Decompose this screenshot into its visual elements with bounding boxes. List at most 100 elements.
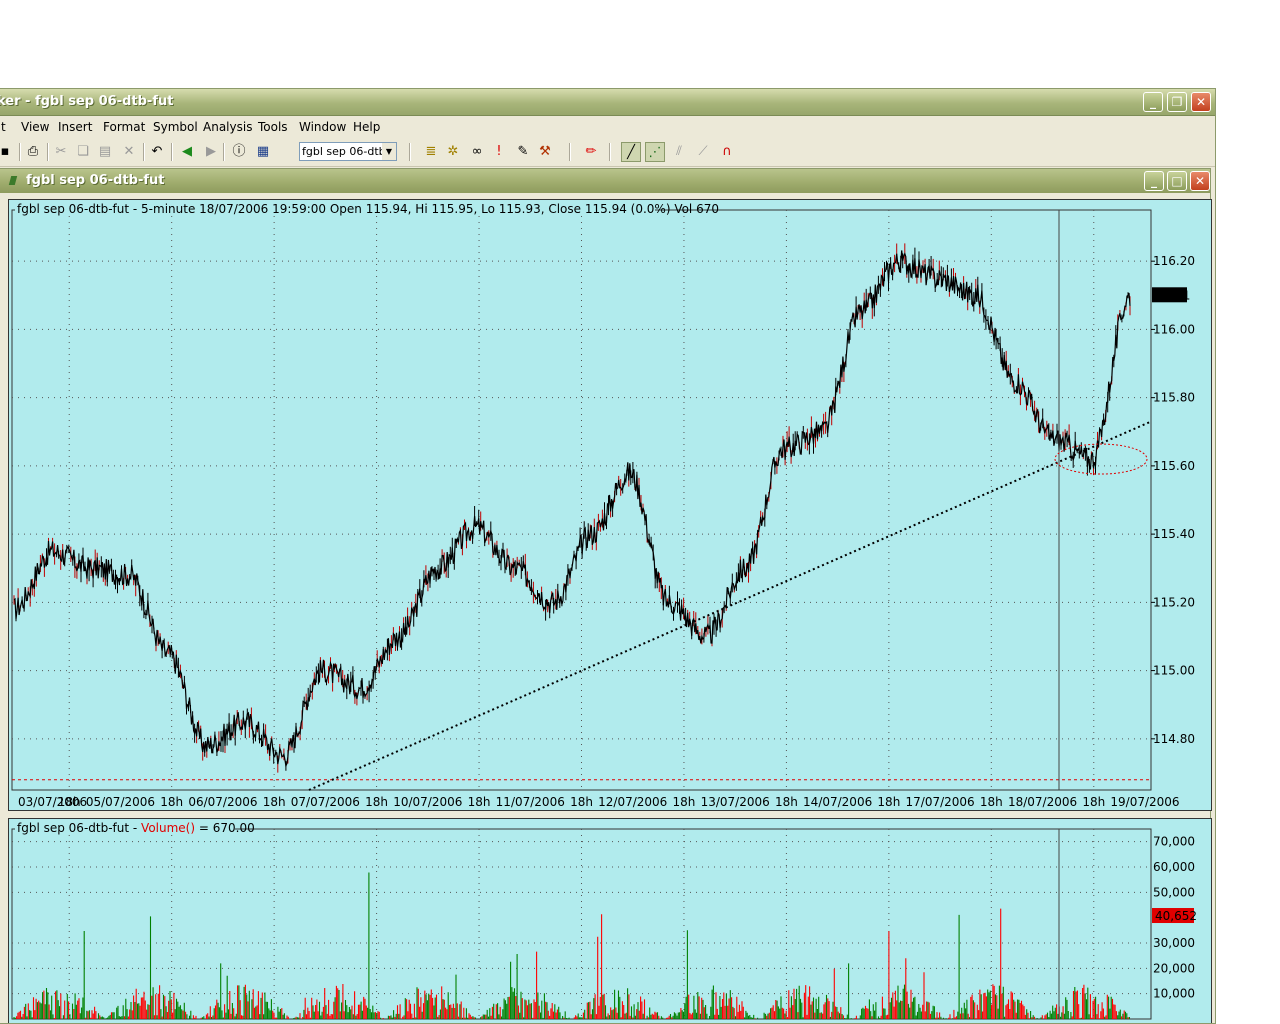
dotted-line-icon[interactable]: ⋰ [645,142,665,162]
x-tick-label: 18h [673,795,696,809]
x-tick-label: 18h [263,795,286,809]
stack-icon[interactable]: ≣ [421,142,441,162]
y-tick-label: 115.40 [1153,527,1195,541]
restore-icon[interactable]: ❐ [1167,92,1187,112]
x-tick-label: 18h [160,795,183,809]
volume-tick-label: 60,000 [1153,860,1195,874]
y-tick-label: 115.20 [1153,595,1195,609]
back-icon[interactable]: ◀ [177,142,197,162]
volume-header: fgbl sep 06-dtb-fut - Volume() = 670.00 [17,821,255,835]
chart-window-title: fgbl sep 06-dtb-fut [26,173,165,188]
menu-symbol[interactable]: Symbol [153,120,198,134]
calendar-icon[interactable]: ▦ [253,142,273,162]
undo-icon[interactable]: ↶ [147,142,167,162]
toolbar-separator [171,143,173,161]
window-title: ker - fgbl sep 06-dtb-fut [0,94,174,109]
x-tick-label: 18h [58,795,81,809]
pencil-icon[interactable]: ╱ [621,142,641,162]
trendline [308,420,1152,791]
y-tick-label: 115.60 [1153,459,1195,473]
menu-window[interactable]: Window [299,120,346,134]
volume-bars-down [16,908,1129,1019]
magnet-icon[interactable]: ∩ [717,142,737,162]
price-bars-down [13,243,1131,773]
toolbar-separator [609,143,611,161]
x-tick-label: 07/07/2006 [291,795,360,809]
x-tick-label: 12/07/2006 [598,795,667,809]
print-icon[interactable]: ⎙ [23,142,43,162]
toolbar-separator [47,143,49,161]
y-tick-label: 114.80 [1153,732,1195,746]
line-icon[interactable]: ⟋ [693,142,713,162]
menu-format[interactable]: Format [103,120,145,134]
symbol-combo-value: fgbl sep 06-dtb-f [302,145,394,158]
hammer-icon[interactable]: ⚒ [535,142,555,162]
x-tick-label: 13/07/2006 [701,795,770,809]
toolbar-separator [569,143,571,161]
chevron-down-icon[interactable]: ▼ [382,143,396,160]
x-tick-label: 19/07/2006 [1110,795,1179,809]
minimize-icon[interactable]: _ [1143,92,1163,112]
menu-help[interactable]: Help [353,120,380,134]
y-tick-label: 115.00 [1153,664,1195,678]
x-tick-label: 17/07/2006 [906,795,975,809]
cut-icon[interactable]: ✂ [51,142,71,162]
current-volume-label: 40,652 [1155,909,1197,923]
close-icon[interactable]: ✕ [1191,92,1211,112]
volume-chart[interactable]: 70,000 60,000 50,000 30,000 20,000 10,000 40,6… [9,819,1213,1024]
price-bars [15,247,1129,771]
toolbar: ▪ ⎙ ✂ ❏ ▤ ✕ ↶ ◀ ▶ ⓘ ▦ fgbl sep 06-dtb-f … [0,138,1215,167]
alert-icon[interactable]: ! [489,142,509,162]
save-icon[interactable]: ▪ [0,142,15,162]
color-pen-icon[interactable]: ✏ [581,142,601,162]
volume-tick-label: 50,000 [1153,885,1195,899]
menu-tools[interactable]: Tools [258,120,288,134]
scroll-icon[interactable]: ✎ [513,142,533,162]
gear-icon[interactable]: ✲ [443,142,463,162]
current-price-label: 116.1 [1156,288,1190,302]
info-icon[interactable]: ⓘ [229,142,249,162]
x-tick-label: 11/07/2006 [496,795,565,809]
chart-icon [8,176,18,185]
x-tick-label: 18h [877,795,900,809]
price-series-line [13,250,1131,769]
x-tick-label: 06/07/2006 [188,795,257,809]
toolbar-separator [143,143,145,161]
toolbar-separator [409,143,411,161]
volume-header-func: Volume() [141,821,195,835]
volume-tick-label: 10,000 [1153,987,1195,1001]
menu-view[interactable]: View [21,120,49,134]
forward-icon[interactable]: ▶ [201,142,221,162]
volume-header-prefix: fgbl sep 06-dtb-fut - [17,821,141,835]
circled-area [1054,443,1148,475]
menu-insert[interactable]: Insert [58,120,92,134]
maximize-icon[interactable]: □ [1167,171,1187,191]
volume-pane[interactable]: 70,000 60,000 50,000 30,000 20,000 10,000 40,6… [8,818,1213,1024]
fib-icon[interactable]: ⫽ [669,142,689,162]
y-tick-label: 116.00 [1153,322,1195,336]
menu-bar: t View Insert Format Symbol Analysis Too… [0,116,1215,138]
close-icon[interactable]: ✕ [1190,171,1210,191]
menu-analysis[interactable]: Analysis [203,120,252,134]
volume-bars-up [13,872,1130,1019]
toolbar-separator [19,143,21,161]
y-tick-label: 116.20 [1153,254,1195,268]
minimize-icon[interactable]: _ [1144,171,1164,191]
glasses-icon[interactable]: ∞ [467,142,487,162]
price-chart[interactable]: 116.20 116.00 115.80 115.60 115.40 115.20 115.… [9,200,1213,812]
menu-edit[interactable]: t [1,120,6,134]
delete-icon[interactable]: ✕ [119,142,139,162]
volume-tick-label: 30,000 [1153,936,1195,950]
x-tick-label: 10/07/2006 [393,795,462,809]
volume-tick-label: 20,000 [1153,961,1195,975]
paste-icon[interactable]: ▤ [95,142,115,162]
chart-window: fgbl sep 06-dtb-fut _ □ ✕ 116.20 116.00 11… [0,168,1213,1024]
x-tick-label: 05/07/2006 [86,795,155,809]
y-tick-label: 115.80 [1153,391,1195,405]
x-tick-label: 18/07/2006 [1008,795,1077,809]
copy-icon[interactable]: ❏ [73,142,93,162]
symbol-combo[interactable]: fgbl sep 06-dtb-f ▼ [299,142,397,161]
price-pane[interactable]: 116.20 116.00 115.80 115.60 115.40 115.20 115.… [8,199,1212,811]
x-tick-label: 18h [1082,795,1105,809]
volume-header-value: = 670.00 [195,821,255,835]
